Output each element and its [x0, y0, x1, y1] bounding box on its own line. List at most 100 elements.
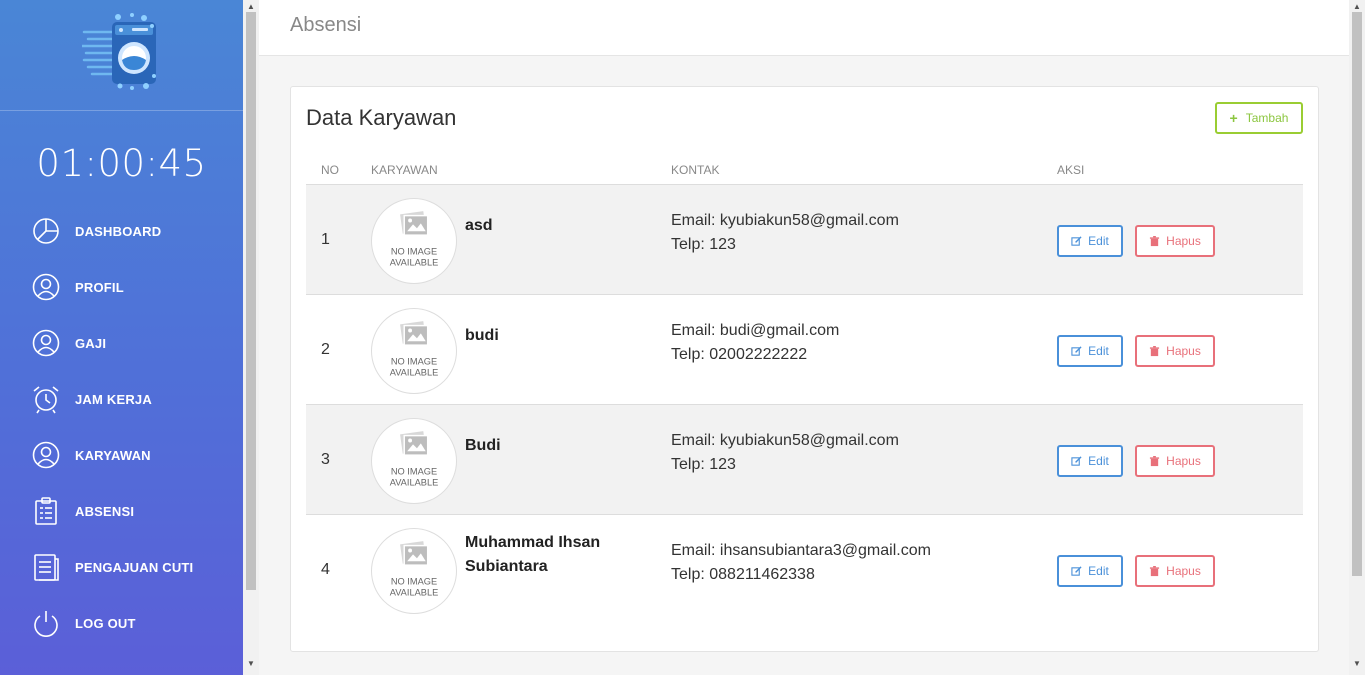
employee-phone: Telp: 02002222222	[671, 346, 808, 363]
employee-table: NO KARYAWAN KONTAK AKSI 1 NO IMAGE AVAIL…	[306, 155, 1303, 625]
document-icon	[31, 552, 61, 582]
delete-button[interactable]: Hapus	[1135, 335, 1215, 367]
main-scrollbar[interactable]: ▲ ▼	[1349, 0, 1365, 675]
card-title: Data Karyawan	[306, 105, 457, 130]
scroll-down-arrow-icon[interactable]: ▼	[247, 659, 255, 668]
svg-text:AVAILABLE: AVAILABLE	[390, 257, 439, 267]
sidebar-scrollbar[interactable]: ▲ ▼	[243, 0, 259, 675]
edit-button[interactable]: Edit	[1057, 445, 1123, 477]
avatar: NO IMAGE AVAILABLE	[371, 528, 457, 614]
sidebar-item-label: PROFIL	[75, 279, 124, 295]
clock: 01:00:45	[36, 142, 207, 185]
scroll-up-arrow-icon[interactable]: ▲	[1353, 2, 1361, 11]
edit-button[interactable]: Edit	[1057, 335, 1123, 367]
power-icon	[31, 608, 61, 638]
employee-contact: Email: budi@gmail.com Telp: 02002222222	[671, 319, 839, 367]
scroll-down-arrow-icon[interactable]: ▼	[1353, 659, 1361, 668]
no-image-placeholder-icon: NO IMAGE AVAILABLE	[390, 321, 439, 377]
svg-text:NO IMAGE: NO IMAGE	[391, 247, 437, 257]
column-header-kontak: KONTAK	[671, 163, 720, 177]
no-image-placeholder-icon: NO IMAGE AVAILABLE	[390, 541, 439, 597]
edit-button-label: Edit	[1088, 344, 1109, 358]
sidebar-item-absensi[interactable]: ABSENSI	[0, 483, 243, 539]
washing-machine-logo-icon	[82, 13, 156, 90]
user-circle-icon	[31, 328, 61, 358]
scroll-up-arrow-icon[interactable]: ▲	[247, 2, 255, 11]
sidebar-item-profil[interactable]: PROFIL	[0, 259, 243, 315]
trash-icon	[1150, 455, 1160, 466]
row-number: 3	[321, 451, 330, 468]
user-circle-icon	[31, 272, 61, 302]
page-title: Absensi	[290, 14, 362, 36]
sidebar-item-label: JAM KERJA	[75, 391, 152, 407]
user-circle-icon	[31, 440, 61, 470]
edit-button-label: Edit	[1088, 454, 1109, 468]
sidebar-item-label: PENGAJUAN CUTI	[75, 559, 194, 575]
delete-button[interactable]: Hapus	[1135, 445, 1215, 477]
sidebar-logo-area	[0, 0, 243, 111]
employee-phone: Telp: 123	[671, 456, 736, 473]
delete-button-label: Hapus	[1166, 234, 1201, 248]
svg-text:AVAILABLE: AVAILABLE	[390, 367, 439, 377]
employee-email: Email: kyubiakun58@gmail.com	[671, 212, 899, 229]
employee-name: Budi	[465, 437, 501, 454]
no-image-placeholder-icon: NO IMAGE AVAILABLE	[390, 211, 439, 267]
delete-button[interactable]: Hapus	[1135, 225, 1215, 257]
sidebar-item-label: KARYAWAN	[75, 447, 151, 463]
sidebar: 01:00:45 DASHBOARD PROFIL GAJI JAM KERJA	[0, 0, 243, 675]
avatar: NO IMAGE AVAILABLE	[371, 198, 457, 284]
alarm-clock-icon	[31, 384, 61, 414]
sidebar-item-jam-kerja[interactable]: JAM KERJA	[0, 371, 243, 427]
clipboard-icon	[31, 496, 61, 526]
scrollbar-thumb[interactable]	[246, 12, 256, 590]
avatar: NO IMAGE AVAILABLE	[371, 308, 457, 394]
sidebar-item-label: GAJI	[75, 335, 107, 351]
employee-contact: Email: kyubiakun58@gmail.com Telp: 123	[671, 429, 899, 477]
table-row: 2 NO IMAGE AVAILABLE budi Email: budi@gm…	[306, 295, 1303, 405]
sidebar-item-pengajuan-cuti[interactable]: PENGAJUAN CUTI	[0, 539, 243, 595]
employee-name: asd	[465, 217, 493, 234]
employee-contact: Email: ihsansubiantara3@gmail.com Telp: …	[671, 539, 931, 587]
svg-text:NO IMAGE: NO IMAGE	[391, 577, 437, 587]
sidebar-item-gaji[interactable]: GAJI	[0, 315, 243, 371]
edit-button-label: Edit	[1088, 234, 1109, 248]
sidebar-item-label: ABSENSI	[75, 503, 135, 519]
sidebar-item-log-out[interactable]: LOG OUT	[0, 595, 243, 651]
delete-button[interactable]: Hapus	[1135, 555, 1215, 587]
row-number: 1	[321, 231, 330, 248]
edit-icon	[1071, 345, 1082, 356]
no-image-placeholder-icon: NO IMAGE AVAILABLE	[390, 431, 438, 487]
trash-icon	[1150, 565, 1160, 576]
edit-button[interactable]: Edit	[1057, 225, 1123, 257]
pie-chart-icon	[31, 216, 61, 246]
edit-icon	[1071, 235, 1082, 246]
employee-email: Email: budi@gmail.com	[671, 322, 840, 339]
employee-email: Email: ihsansubiantara3@gmail.com	[671, 542, 931, 559]
table-row: 4 NO IMAGE AVAILABLE Muhammad Ihsan Subi…	[306, 515, 1303, 625]
sidebar-item-dashboard[interactable]: DASHBOARD	[0, 203, 243, 259]
svg-text:AVAILABLE: AVAILABLE	[390, 587, 439, 597]
employee-contact: Email: kyubiakun58@gmail.com Telp: 123	[671, 209, 899, 257]
trash-icon	[1150, 345, 1160, 356]
svg-text:NO IMAGE: NO IMAGE	[391, 357, 437, 367]
scrollbar-thumb[interactable]	[1352, 12, 1362, 576]
sidebar-item-karyawan[interactable]: KARYAWAN	[0, 427, 243, 483]
employee-name: Muhammad Ihsan Subiantara	[465, 534, 601, 575]
sidebar-item-label: LOG OUT	[75, 615, 136, 631]
delete-button-label: Hapus	[1166, 564, 1201, 578]
employee-email: Email: kyubiakun58@gmail.com	[671, 432, 899, 449]
edit-button[interactable]: Edit	[1057, 555, 1123, 587]
edit-button-label: Edit	[1088, 564, 1109, 578]
add-button-label: Tambah	[1245, 111, 1289, 125]
plus-icon: +	[1229, 110, 1238, 126]
sidebar-nav: DASHBOARD PROFIL GAJI JAM KERJA KARYAWAN	[0, 203, 243, 651]
employee-phone: Telp: 123	[671, 236, 736, 253]
delete-button-label: Hapus	[1166, 344, 1201, 358]
column-header-no: NO	[321, 163, 339, 177]
svg-text:NO IMAGE: NO IMAGE	[391, 467, 437, 477]
top-header: Absensi	[259, 0, 1349, 56]
avatar: NO IMAGE AVAILABLE	[371, 418, 457, 504]
add-employee-button[interactable]: + Tambah	[1215, 102, 1303, 134]
sidebar-item-label: DASHBOARD	[75, 223, 162, 239]
delete-button-label: Hapus	[1166, 454, 1201, 468]
